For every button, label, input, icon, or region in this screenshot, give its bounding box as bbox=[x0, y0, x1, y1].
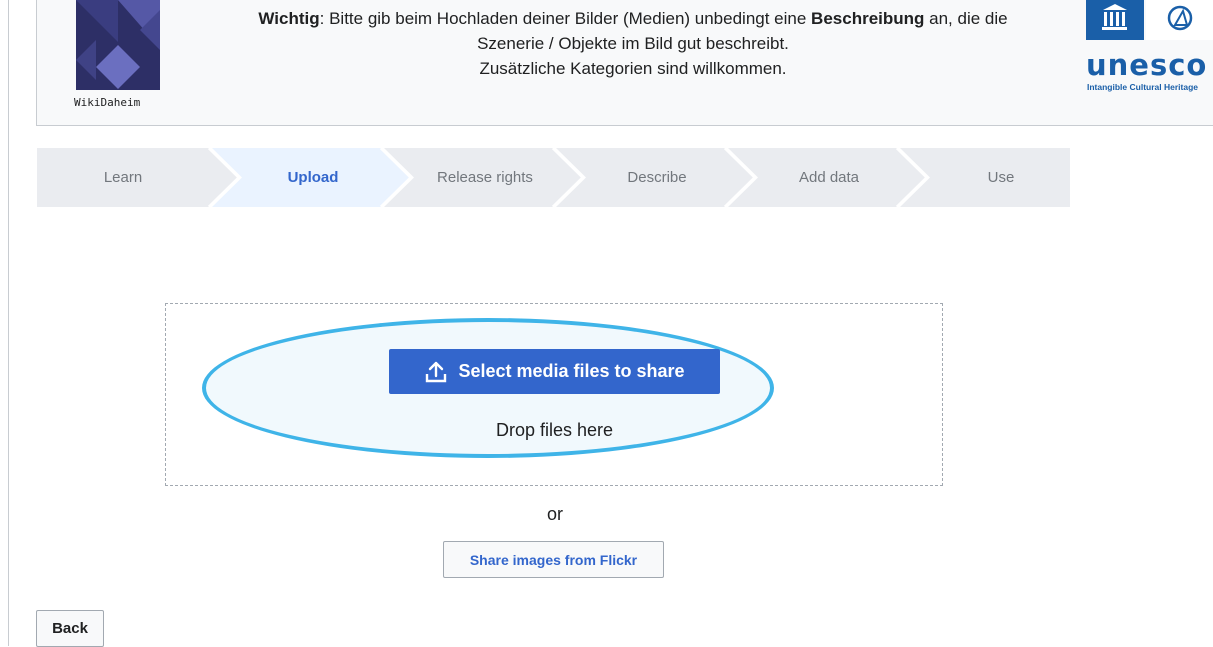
step-release-rights[interactable]: Release rights bbox=[399, 148, 571, 207]
wikidaheim-logo bbox=[76, 0, 160, 90]
upload-notice: Wichtig: Bitte gib beim Hochladen deiner… bbox=[200, 6, 1066, 81]
step-describe[interactable]: Describe bbox=[571, 148, 743, 207]
logo-caption: WikiDaheim bbox=[74, 96, 141, 109]
notice-line-3: Zusätzliche Kategorien sind willkommen. bbox=[479, 59, 787, 78]
step-use[interactable]: Use bbox=[915, 148, 1087, 207]
or-separator: or bbox=[546, 504, 563, 524]
drop-files-label: Drop files here bbox=[495, 420, 614, 440]
select-media-label: Select media files to share bbox=[458, 361, 685, 381]
notice-text-2: an, die die bbox=[924, 9, 1008, 28]
upload-steps: Learn Upload Release rights Describe Add… bbox=[37, 148, 1070, 207]
share-flickr-button[interactable]: Share images from Flickr bbox=[443, 541, 664, 578]
unesco-subtitle: Intangible Cultural Heritage bbox=[1087, 82, 1198, 92]
notice-strong-description: Beschreibung bbox=[811, 9, 925, 28]
step-add-data[interactable]: Add data bbox=[743, 148, 915, 207]
page-left-border bbox=[8, 0, 9, 646]
select-media-button[interactable]: Select media files to share bbox=[389, 349, 720, 394]
unesco-wordmark: unesco bbox=[1086, 48, 1208, 82]
back-button[interactable]: Back bbox=[36, 610, 104, 647]
step-upload[interactable]: Upload bbox=[227, 148, 399, 207]
notice-text-1: : Bitte gib beim Hochladen deiner Bilder… bbox=[319, 9, 812, 28]
notice-line-2: Szenerie / Objekte im Bild gut beschreib… bbox=[477, 34, 789, 53]
upload-icon bbox=[426, 361, 447, 382]
notice-strong-important: Wichtig bbox=[258, 9, 320, 28]
step-learn[interactable]: Learn bbox=[37, 148, 209, 207]
